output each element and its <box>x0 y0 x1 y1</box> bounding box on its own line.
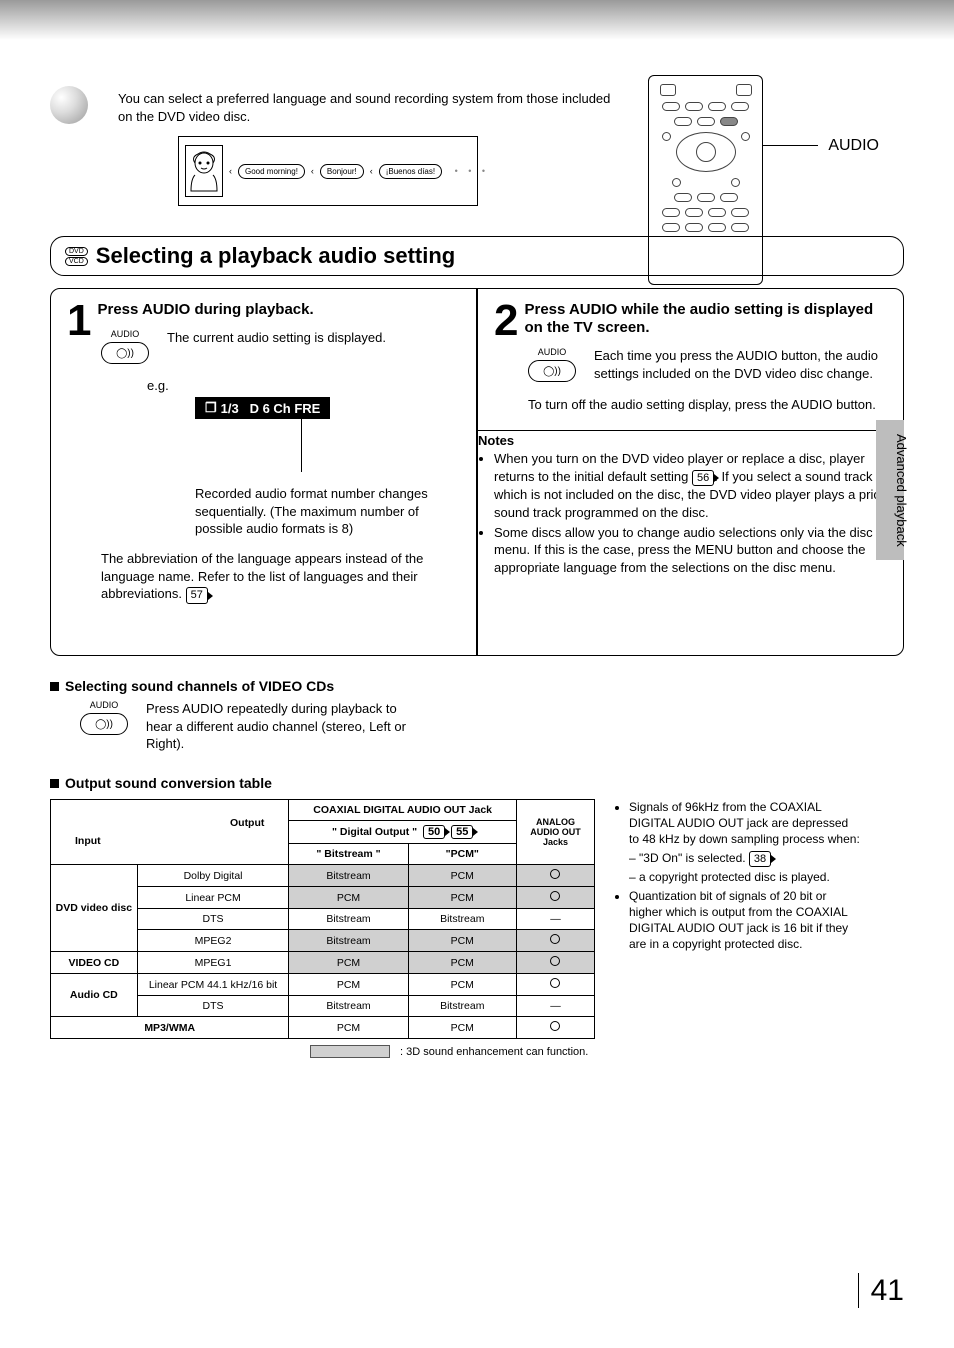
side-note-item: – a copyright protected disc is played. <box>629 869 861 885</box>
conversion-table: Output Input COAXIAL DIGITAL AUDIO OUT J… <box>50 799 595 1039</box>
table-row: MP3/WMAPCMPCM <box>51 1017 595 1039</box>
language-diagram: ‹ Good morning! ‹ Bonjour! ‹ ¡Buenos día… <box>178 136 478 206</box>
notes-heading: Notes <box>478 433 903 448</box>
audio-button-icon: AUDIO ◯)) <box>101 329 149 364</box>
step-1-desc: Recorded audio format number changes seq… <box>195 485 445 538</box>
step-2-title: Press AUDIO while the audio setting is d… <box>494 301 887 337</box>
table-row: VIDEO CDMPEG1PCMPCM <box>51 952 595 974</box>
step-2-wrapper: 2 Press AUDIO while the audio setting is… <box>477 288 904 656</box>
note-item: When you turn on the DVD video player or… <box>494 450 903 521</box>
dots: • • • <box>448 166 489 176</box>
table-legend: : 3D sound enhancement can function. <box>310 1045 595 1058</box>
vcd-heading: Selecting sound channels of VIDEO CDs <box>50 678 904 694</box>
side-notes: Signals of 96kHz from the COAXIAL DIGITA… <box>615 799 861 954</box>
notes-list: When you turn on the DVD video player or… <box>478 450 903 576</box>
ref-57: 57 <box>186 587 208 604</box>
side-note-item: Quantization bit of signals of 20 bit or… <box>629 888 861 953</box>
step-1-num: 1 <box>67 301 91 341</box>
step-2-num: 2 <box>494 301 518 341</box>
step-2-body2: To turn off the audio setting display, p… <box>528 396 887 414</box>
table-row: DVD video discDolby DigitalBitstreamPCM <box>51 865 595 887</box>
step-1-abbrev: The abbreviation of the language appears… <box>101 550 460 604</box>
sphere-ornament <box>50 86 88 124</box>
bubble-2: Bonjour! <box>320 164 364 179</box>
vcd-text: Press AUDIO repeatedly during playback t… <box>146 700 406 753</box>
side-tab-label: Advanced playback <box>891 430 909 550</box>
intro-text: You can select a preferred language and … <box>118 90 618 126</box>
remote-label: AUDIO <box>828 137 879 155</box>
note-item: Some discs allow you to change audio sel… <box>494 524 903 577</box>
side-note-item: – "3D On" is selected. 38 <box>629 850 861 868</box>
bubble-1: Good morning! <box>238 164 305 179</box>
step-1: 1 Press AUDIO during playback. AUDIO ◯))… <box>50 288 477 656</box>
eg-label: e.g. <box>147 378 460 393</box>
step-2-body1: Each time you press the AUDIO button, th… <box>594 347 887 382</box>
table-row: Audio CDLinear PCM 44.1 kHz/16 bitPCMPCM <box>51 974 595 996</box>
remote-diagram: AUDIO <box>648 75 879 285</box>
side-note-item: Signals of 96kHz from the COAXIAL DIGITA… <box>629 799 861 848</box>
audio-button-icon: AUDIO ◯)) <box>80 700 128 735</box>
conv-heading: Output sound conversion table <box>50 775 904 791</box>
remote-audio-button <box>720 117 738 126</box>
section-title: Selecting a playback audio setting <box>96 243 455 269</box>
page-number: 41 <box>871 1274 904 1308</box>
face-box <box>185 145 223 197</box>
dvd-vcd-badge: DVDVCD <box>65 247 88 266</box>
step-1-body: The current audio setting is displayed. <box>167 329 386 347</box>
step-1-title: Press AUDIO during playback. <box>67 301 460 319</box>
audio-button-icon: AUDIO ◯)) <box>528 347 576 382</box>
osd-display: ❐1/3 D 6 Ch FRE <box>195 397 330 419</box>
bubble-3: ¡Buenos días! <box>379 164 442 179</box>
person-icon <box>186 149 222 193</box>
